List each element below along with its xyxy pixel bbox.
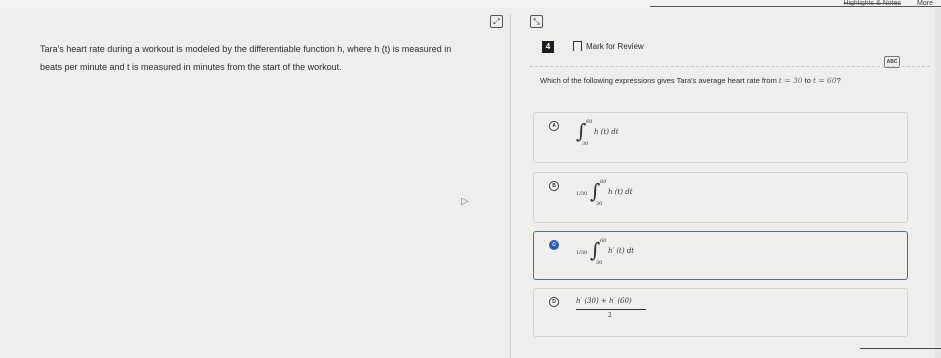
- bookmark-icon[interactable]: [573, 41, 582, 55]
- collapse-icon[interactable]: ⤡: [530, 15, 543, 28]
- upper-limit: 60: [600, 238, 607, 244]
- upper-limit: 60: [586, 119, 593, 125]
- answer-choice-c[interactable]: C 1/30 ∫ 60 30 h′ (t) dt: [533, 231, 908, 280]
- upper-limit: 60: [600, 179, 607, 185]
- integrand: h (t) dt: [608, 188, 633, 196]
- question-text: Which of the following expressions gives…: [540, 76, 841, 85]
- coefficient: 1/30: [576, 250, 588, 256]
- answer-choice-d[interactable]: D h′ (30) + h′ (60) 2: [533, 288, 908, 337]
- fraction-denominator: 2: [608, 312, 612, 319]
- lower-limit: 30: [582, 141, 589, 147]
- from-expression: t = 30: [778, 76, 803, 85]
- choice-letter-c: C: [549, 240, 559, 250]
- passage-line-1: Tara's heart rate during a workout is mo…: [40, 44, 452, 54]
- fraction-numerator: h′ (30) + h′ (60): [576, 297, 632, 305]
- lower-limit: 30: [596, 260, 603, 266]
- choice-letter-a: A: [549, 121, 559, 131]
- passage-text: Tara's heart rate during a workout is mo…: [40, 40, 500, 76]
- choice-letter-b: B: [549, 181, 559, 191]
- mark-for-review-button[interactable]: Mark for Review: [586, 42, 644, 51]
- scrollbar[interactable]: [935, 8, 941, 358]
- choice-letter-d: D: [549, 297, 559, 307]
- mouse-cursor-icon: ▷: [461, 196, 469, 207]
- bottom-divider: [860, 348, 941, 349]
- to-expression: t = 60: [812, 76, 837, 85]
- answer-choice-b[interactable]: B 1/30 ∫ 60 30 h (t) dt: [533, 172, 908, 223]
- coefficient: 1/30: [576, 191, 588, 197]
- highlights-notes-button[interactable]: Highlights & Notes: [843, 0, 901, 7]
- fraction-bar: [576, 309, 646, 310]
- question-number: 4: [542, 41, 554, 53]
- integral-sign: ∫: [590, 238, 601, 262]
- expand-icon[interactable]: ⤢: [490, 15, 503, 28]
- passage-line-2: beats per minute and t is measured in mi…: [40, 62, 342, 72]
- header-divider: [530, 66, 930, 67]
- integrand: h′ (t) dt: [608, 247, 635, 255]
- pane-divider[interactable]: [510, 14, 511, 358]
- integral-sign: ∫: [590, 179, 601, 203]
- lower-limit: 30: [596, 201, 603, 207]
- more-button[interactable]: More: [917, 0, 933, 7]
- integrand: h (t) dt: [594, 128, 619, 136]
- answer-choice-a[interactable]: A ∫ 60 30 h (t) dt: [533, 112, 908, 163]
- integral-sign: ∫: [576, 119, 587, 143]
